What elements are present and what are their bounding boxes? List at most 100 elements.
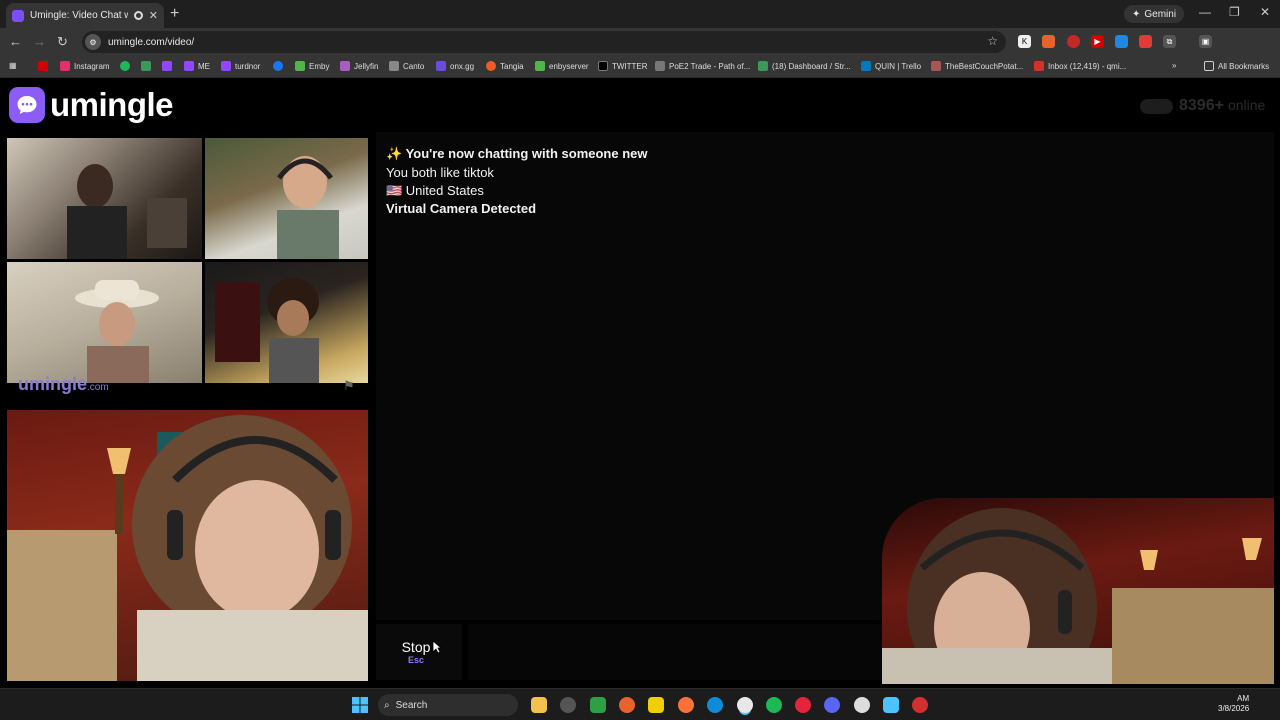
extension-red-icon[interactable] [1139,35,1152,48]
browser-toolbar: ← → ↻ ⚙ umingle.com/video/ ☆ K ▶ ⧉ ▣ N ⋮ [0,28,1280,77]
bookmark-0[interactable]: Instagram [60,61,110,71]
spotify-icon [120,61,130,71]
chat-message-new-stranger: ✨ You're now chatting with someone new [386,146,648,161]
partner-video-cell-4 [205,262,368,383]
bookmark-11[interactable]: PoE2 Trade - Path of... [655,61,750,71]
url-text[interactable]: umingle.com/video/ [108,37,194,48]
taskbar-search-label: Search [395,699,428,711]
bookmark-8[interactable]: Tangia [486,61,524,71]
extension-k-icon[interactable]: K [1018,35,1031,48]
bookmark-youtube[interactable] [38,61,48,71]
bookmarks-bar: ▦ Instagram ME turdnor Emby Jellyfin Can… [0,56,1280,78]
bookmark-1[interactable] [120,61,130,71]
logo-text: umingle [50,86,174,123]
back-icon[interactable]: ← [9,34,22,49]
chrome-icon[interactable] [737,697,753,713]
bookmarks-overflow-icon[interactable]: » [1172,61,1176,70]
bookmark-13[interactable]: QUIN | Trello [861,61,921,71]
windows-start-icon[interactable] [352,697,368,713]
tab-title: Umingle: Video Chat with S [30,10,128,21]
settings-gear-icon[interactable] [854,697,870,713]
bookmark-star-icon[interactable]: ☆ [987,34,998,48]
taskbar-clock[interactable]: AM 3/8/2026 [1218,694,1249,714]
sticky-notes-icon[interactable] [648,697,664,713]
window-close-icon[interactable]: ✕ [1260,5,1270,19]
tangia-icon [486,61,496,71]
reload-icon[interactable]: ↻ [57,34,68,50]
clock-time: AM [1237,694,1250,703]
extension-record-icon[interactable] [1067,35,1080,48]
bookmark-14[interactable]: TheBestCouchPotat... [931,61,1023,71]
partner-video-cell-1 [7,138,202,259]
bookmark-9[interactable]: enbyserver [535,61,589,71]
poe-icon [655,61,665,71]
bookmark-3[interactable]: turdnor [221,61,260,71]
file-explorer-icon[interactable] [531,697,547,713]
extension-fox-icon[interactable] [1042,35,1055,48]
app-play-icon[interactable] [590,697,606,713]
windows-taskbar: ⌕ Search [0,688,1280,720]
bookmark-15[interactable]: Inbox (12,419) - qmi... [1034,61,1126,71]
bookmark-10[interactable]: TWITTER [598,61,648,71]
firefox-icon[interactable] [678,697,694,713]
app-red-icon[interactable] [912,697,928,713]
extensions-puzzle-icon[interactable]: ⧉ [1163,35,1176,48]
twitch-icon [162,61,172,71]
tab-close-icon[interactable]: ✕ [149,9,158,22]
stop-button[interactable]: Stop Esc [376,624,462,680]
self-camera-video [7,410,368,681]
x-twitter-icon [598,61,608,71]
all-bookmarks[interactable]: All Bookmarks [1204,61,1269,71]
facebook-icon [273,61,283,71]
emby-icon [295,61,305,71]
bookmark-green-app[interactable] [141,61,151,71]
umingle-logo[interactable]: umingle [9,86,174,124]
discord-icon[interactable] [824,697,840,713]
jellyfin-icon [340,61,350,71]
clock-date: 3/8/2026 [1218,704,1250,713]
stop-shortcut: Esc [407,655,424,665]
spotify-taskbar-icon[interactable] [766,697,782,713]
bookmark-2[interactable]: ME [184,61,210,71]
online-indicator [1140,98,1173,114]
new-tab-button[interactable]: + [170,5,179,23]
extension-translate-icon[interactable] [1115,35,1128,48]
opera-icon[interactable] [795,697,811,713]
bookmark-facebook[interactable] [273,61,283,71]
app-circle-icon[interactable] [560,697,576,713]
minimize-icon[interactable]: — [1199,5,1211,19]
youtube-icon [38,61,48,71]
bookmark-twitch[interactable] [162,61,172,71]
onx-icon [436,61,446,71]
site-info-icon[interactable]: ⚙ [85,34,101,50]
edge-icon[interactable] [707,697,723,713]
partner-video-cell-3 [7,262,202,383]
bookmark-5[interactable]: Jellyfin [340,61,378,71]
extension-youtube-icon[interactable]: ▶ [1091,35,1104,48]
notepad-icon[interactable] [883,697,899,713]
tab-search-icon[interactable]: ▣ [1199,35,1212,48]
stop-label: Stop [401,639,431,655]
bookmark-4[interactable]: Emby [295,61,329,71]
canto-icon [389,61,399,71]
bookmark-12[interactable]: (18) Dashboard / Str... [758,61,851,71]
report-flag-icon[interactable]: ⚑ [343,378,355,394]
apps-grid-icon[interactable]: ▦ [9,61,17,70]
self-preview-video [882,498,1274,684]
address-bar[interactable]: ⚙ umingle.com/video/ ☆ [82,31,1006,53]
app-orange-icon[interactable] [619,697,635,713]
browser-tab[interactable]: Umingle: Video Chat with S ✕ [6,3,164,28]
taskbar-search[interactable]: ⌕ Search [378,694,518,716]
restore-icon[interactable]: ❐ [1229,5,1240,19]
mouse-cursor-icon [432,640,442,654]
forward-icon[interactable]: → [33,34,46,49]
gemini-button[interactable]: ✦ Gemini [1124,5,1185,23]
bookmark-6[interactable]: Canto [389,61,424,71]
gemini-sparkle-icon: ✦ [1132,8,1141,20]
instagram-icon [60,61,70,71]
dashboard-icon [758,61,768,71]
chat-message-input[interactable] [468,624,884,680]
twitch-icon [221,61,231,71]
search-icon: ⌕ [384,699,390,711]
bookmark-7[interactable]: onx.gg [436,61,474,71]
